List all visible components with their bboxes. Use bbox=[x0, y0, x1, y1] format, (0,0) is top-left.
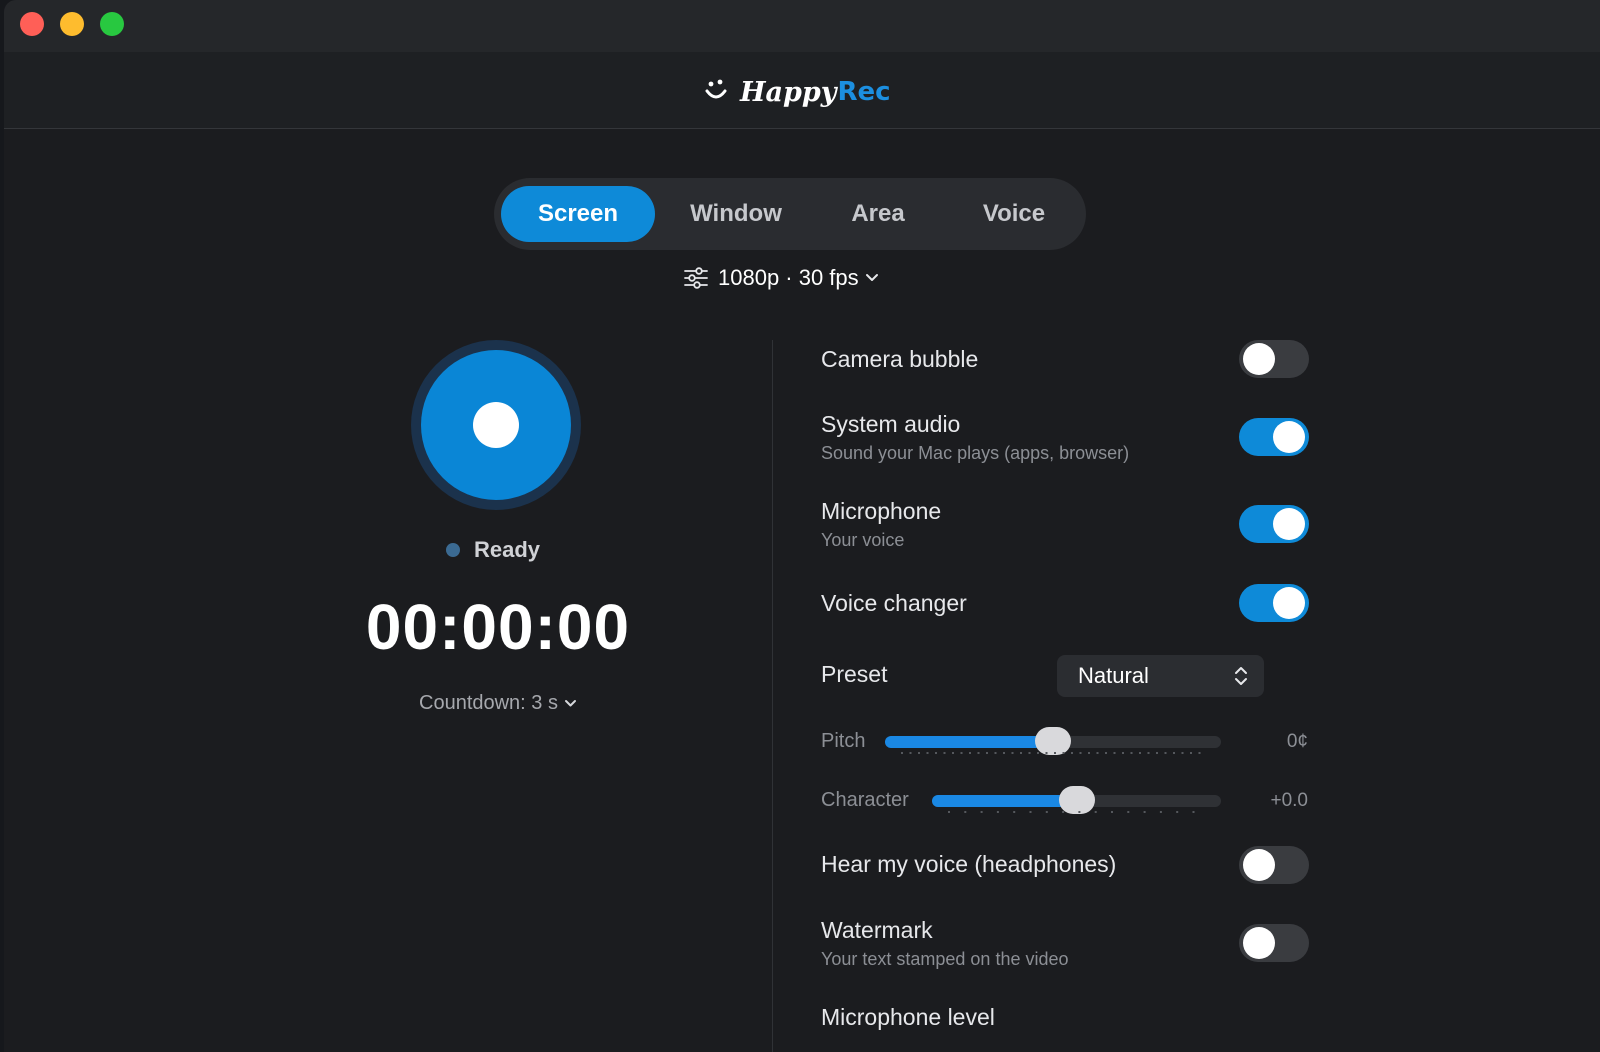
hear-voice-label: Hear my voice (headphones) bbox=[821, 851, 1117, 877]
tab-window[interactable]: Window bbox=[665, 186, 807, 242]
tab-voice[interactable]: Voice bbox=[949, 186, 1079, 242]
hear-voice-toggle[interactable] bbox=[1239, 846, 1309, 884]
zoom-window-button[interactable] bbox=[100, 12, 124, 36]
app-name-happy: Happy bbox=[740, 76, 837, 108]
title-bar bbox=[4, 0, 1600, 52]
app-name-rec: Rec bbox=[837, 77, 891, 107]
record-dot-icon bbox=[473, 402, 519, 448]
microphone-label: Microphone bbox=[821, 498, 942, 524]
record-button-face bbox=[421, 350, 571, 500]
pitch-slider-fill bbox=[885, 736, 1053, 748]
character-slider[interactable] bbox=[932, 786, 1221, 814]
voice-changer-label: Voice changer bbox=[821, 590, 967, 616]
character-slider-ticks bbox=[948, 811, 1208, 813]
record-button[interactable] bbox=[411, 340, 581, 510]
close-window-button[interactable] bbox=[20, 12, 44, 36]
character-slider-thumb[interactable] bbox=[1058, 786, 1095, 814]
pitch-slider-ticks bbox=[901, 752, 1207, 754]
toggle-knob bbox=[1273, 587, 1305, 619]
status-dot-icon bbox=[446, 543, 460, 557]
app-logo: Happy Rec bbox=[704, 76, 891, 108]
toggle-knob bbox=[1243, 927, 1275, 959]
voice-changer-toggle[interactable] bbox=[1239, 584, 1309, 622]
smiley-icon bbox=[705, 79, 727, 99]
app-header: Happy Rec bbox=[4, 52, 1600, 129]
chevron-down-icon bbox=[564, 699, 576, 706]
preset-value: Natural bbox=[1078, 663, 1149, 688]
pitch-slider[interactable] bbox=[885, 727, 1221, 755]
toggle-knob bbox=[1243, 849, 1275, 881]
minimize-window-button[interactable] bbox=[60, 12, 84, 36]
sliders-icon bbox=[684, 267, 708, 289]
quality-dropdown[interactable]: 1080p · 30 fps bbox=[684, 262, 879, 294]
toggle-knob bbox=[1273, 421, 1305, 453]
panel-divider bbox=[772, 340, 773, 1052]
character-slider-fill bbox=[932, 795, 1077, 807]
watermark-toggle[interactable] bbox=[1239, 924, 1309, 962]
chevron-down-icon bbox=[865, 274, 878, 281]
toggle-knob bbox=[1243, 343, 1275, 375]
system-audio-toggle[interactable] bbox=[1239, 418, 1309, 456]
character-value: +0.0 bbox=[1270, 790, 1308, 811]
microphone-toggle[interactable] bbox=[1239, 505, 1309, 543]
status-text: Ready bbox=[474, 537, 541, 562]
tab-screen[interactable]: Screen bbox=[501, 186, 655, 242]
watermark-label: Watermark bbox=[821, 917, 933, 943]
system-audio-description: Sound your Mac plays (apps, browser) bbox=[821, 443, 1130, 463]
countdown-dropdown[interactable]: Countdown: 3 s bbox=[344, 688, 652, 718]
chevron-up-down-icon bbox=[1235, 667, 1247, 685]
camera-bubble-label: Camera bubble bbox=[821, 346, 979, 372]
microphone-description: Your voice bbox=[821, 530, 905, 550]
pitch-value: 0¢ bbox=[1286, 731, 1308, 752]
tab-area[interactable]: Area bbox=[817, 186, 939, 242]
pitch-label: Pitch bbox=[821, 730, 866, 752]
watermark-description: Your text stamped on the video bbox=[821, 949, 1069, 969]
preset-select[interactable]: Natural bbox=[1057, 655, 1264, 697]
recording-timer: 00:00:00 bbox=[365, 591, 631, 663]
character-label: Character bbox=[821, 789, 909, 811]
camera-bubble-toggle[interactable] bbox=[1239, 340, 1309, 378]
toggle-knob bbox=[1273, 508, 1305, 540]
status-indicator: Ready bbox=[446, 535, 540, 565]
microphone-level-label: Microphone level bbox=[821, 1004, 995, 1030]
system-audio-label: System audio bbox=[821, 411, 961, 437]
app-window: Happy Rec Screen Window Area Voice 1080p… bbox=[4, 0, 1600, 1052]
pitch-slider-thumb[interactable] bbox=[1035, 727, 1071, 755]
preset-label: Preset bbox=[821, 661, 888, 687]
quality-label: 1080p · 30 fps bbox=[718, 265, 859, 290]
countdown-label: Countdown: 3 s bbox=[419, 691, 558, 714]
mode-tabs: Screen Window Area Voice bbox=[494, 178, 1086, 250]
